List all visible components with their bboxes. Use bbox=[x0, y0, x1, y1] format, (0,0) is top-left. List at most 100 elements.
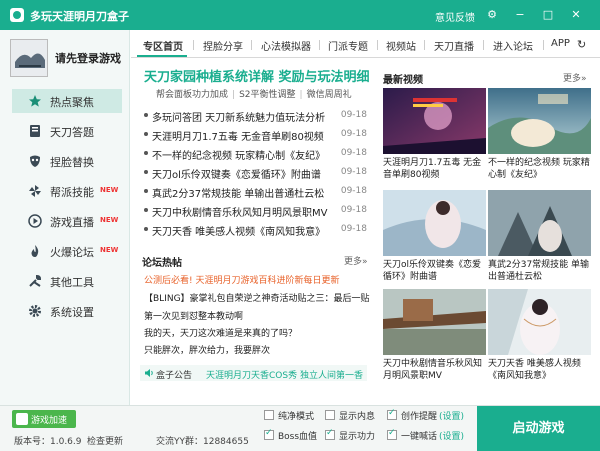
video-card[interactable]: 天刀天香 唯美感人视频《南风知我意》 bbox=[488, 289, 591, 382]
announcement-text[interactable]: 天涯明月刀天香COS秀 独立人间第一香 bbox=[206, 368, 363, 381]
news-item[interactable]: 天刀中秋剧情音乐秋风知月明风景职MV 09-18 bbox=[142, 202, 367, 219]
tab-mind-sim[interactable]: 心法模拟器 bbox=[261, 38, 311, 53]
forum-more-link[interactable]: 更多» bbox=[344, 254, 368, 267]
tab-separator bbox=[251, 40, 252, 50]
sidebar-item-live[interactable]: 游戏直播 NEW bbox=[12, 209, 122, 233]
announcement-label: 盒子公告 bbox=[156, 371, 193, 381]
new-badge: NEW bbox=[100, 246, 119, 254]
video-card[interactable]: 天刀中秋剧情音乐秋风知月明风景职MV bbox=[383, 289, 486, 382]
video-thumbnail[interactable] bbox=[383, 190, 486, 256]
sub-link[interactable]: 微信周周礼 bbox=[307, 90, 352, 100]
checkbox[interactable] bbox=[325, 410, 335, 420]
sidebar-item-settings[interactable]: 系统设置 bbox=[12, 299, 122, 323]
new-badge: NEW bbox=[100, 186, 119, 194]
reminder-settings-link[interactable]: (设置) bbox=[439, 412, 464, 422]
video-caption[interactable]: 天刀ol乐伶双键奏《恋爱循环》附曲谱 bbox=[383, 259, 486, 283]
sidebar-item-forum[interactable]: 火爆论坛 NEW bbox=[12, 239, 122, 263]
video-caption[interactable]: 天涯明月刀1.7五毒 无金音单刷80视频 bbox=[383, 157, 486, 181]
checkbox[interactable] bbox=[264, 410, 274, 420]
login-prompt[interactable]: 请先登录游戏 bbox=[55, 50, 121, 66]
avatar[interactable] bbox=[10, 39, 48, 77]
video-thumbnail[interactable] bbox=[488, 88, 591, 154]
feedback-link[interactable]: 意见反馈 bbox=[435, 9, 475, 24]
forum-post[interactable]: 公测后必看! 天涯明月刀游戏百科进阶新每日更新 bbox=[144, 273, 369, 286]
tools-icon bbox=[29, 274, 42, 287]
forum-post[interactable]: 只能胖次，胖次给力，我要胖次 bbox=[144, 343, 369, 356]
tab-home[interactable]: 专区首页 bbox=[143, 38, 183, 53]
new-badge: NEW bbox=[100, 216, 119, 224]
video-caption[interactable]: 天刀中秋剧情音乐秋风知月明风景职MV bbox=[383, 358, 486, 382]
videos-section-title: 最新视频 bbox=[383, 75, 423, 86]
news-item[interactable]: 天涯明月刀1.7五毒 无金音单刷80视频 09-18 bbox=[142, 126, 367, 143]
tab-video[interactable]: 视频站 bbox=[386, 38, 416, 53]
news-item[interactable]: 多玩问答团 天刀新系统魅力值玩法分析 09-18 bbox=[142, 107, 367, 124]
sub-link[interactable]: S2平衡性调整 bbox=[239, 90, 295, 100]
tab-sect[interactable]: 门派专题 bbox=[328, 38, 368, 53]
news-item[interactable]: 天刀天香 唯美感人视频《南风知我意》 09-18 bbox=[142, 221, 367, 238]
tab-app[interactable]: APP bbox=[551, 38, 570, 49]
sidebar-item-label: 捏脸替换 bbox=[50, 156, 94, 169]
forum-post[interactable]: 我的天，天刀这次难道是来真的了吗？ bbox=[144, 326, 369, 339]
sidebar-item-guild-skills[interactable]: 帮派技能 NEW bbox=[12, 179, 122, 203]
sidebar-item-label: 火爆论坛 bbox=[50, 246, 94, 259]
version-label: 版本号：1.0.6.9 bbox=[14, 437, 82, 447]
yy-group-label: 交流YY群：12884655 bbox=[156, 437, 249, 447]
bottom-bar: 游戏加速 版本号：1.0.6.9 检查更新 交流YY群：12884655 纯净模… bbox=[0, 405, 600, 451]
gear-icon[interactable]: ⚙ bbox=[484, 7, 500, 23]
maximize-icon[interactable]: □ bbox=[540, 7, 556, 23]
sidebar-item-hot-focus[interactable]: 热点聚焦 bbox=[12, 89, 122, 113]
video-card[interactable]: 不一样的纪念视频 玩家精心制《友纪》 bbox=[488, 88, 591, 181]
sidebar-item-label: 游戏直播 bbox=[50, 216, 94, 229]
tab-face-share[interactable]: 捏脸分享 bbox=[203, 38, 243, 53]
shout-settings-link[interactable]: (设置) bbox=[439, 432, 464, 442]
minimize-icon[interactable]: − bbox=[512, 7, 528, 23]
checkbox[interactable] bbox=[325, 428, 335, 440]
video-thumbnail[interactable] bbox=[488, 289, 591, 355]
tab-forum[interactable]: 进入论坛 bbox=[493, 38, 533, 53]
sidebar-item-face[interactable]: 捏脸替换 bbox=[12, 149, 122, 173]
game-accelerate-button[interactable]: 游戏加速 bbox=[12, 410, 76, 428]
mask-icon bbox=[30, 155, 40, 167]
video-card[interactable]: 天刀ol乐伶双键奏《恋爱循环》附曲谱 bbox=[383, 190, 486, 283]
news-item[interactable]: 真武2分37常规技能 单输出普通杜云松 09-18 bbox=[142, 183, 367, 200]
checkbox[interactable] bbox=[264, 428, 274, 440]
profile[interactable]: 请先登录游戏 bbox=[0, 30, 130, 84]
tab-bar: 专区首页 捏脸分享 心法模拟器 门派专题 视频站 天刀直播 进入论坛 APP ↻ bbox=[131, 30, 600, 58]
video-thumbnail[interactable] bbox=[383, 289, 486, 355]
video-card[interactable]: 天涯明月刀1.7五毒 无金音单刷80视频 bbox=[383, 88, 486, 181]
close-icon[interactable]: ✕ bbox=[568, 7, 584, 23]
videos-more-link[interactable]: 更多» bbox=[563, 71, 587, 84]
forum-post[interactable]: 【BLING】豪掌礼包自荣逆之神奇活动贴之三：最后一贴 bbox=[144, 291, 370, 304]
check-update-link[interactable]: 检查更新 bbox=[87, 434, 123, 447]
active-tab-indicator bbox=[137, 55, 187, 57]
tab-separator bbox=[319, 40, 320, 50]
news-item[interactable]: 不一样的纪念视频 玩家精心制《友纪》 09-18 bbox=[142, 145, 367, 162]
sidebar-item-tools[interactable]: 其他工具 bbox=[12, 269, 122, 293]
checkbox[interactable] bbox=[387, 408, 397, 420]
sidebar-item-label: 系统设置 bbox=[50, 306, 94, 319]
pinwheel-icon bbox=[29, 185, 41, 197]
video-caption[interactable]: 不一样的纪念视频 玩家精心制《友纪》 bbox=[488, 157, 591, 181]
video-card[interactable]: 真武2分37常规技能 单输出普通杜云松 bbox=[488, 190, 591, 283]
play-icon bbox=[28, 214, 42, 228]
tab-separator bbox=[193, 40, 194, 50]
tab-live[interactable]: 天刀直播 bbox=[434, 38, 474, 53]
speaker-icon bbox=[145, 369, 153, 377]
video-caption[interactable]: 天刀天香 唯美感人视频《南风知我意》 bbox=[488, 358, 591, 382]
news-item[interactable]: 天刀ol乐伶双键奏《恋爱循环》附曲谱 09-18 bbox=[142, 164, 367, 181]
tab-separator bbox=[377, 40, 378, 50]
sidebar-item-quiz[interactable]: 天刀答题 bbox=[12, 119, 122, 143]
video-thumbnail[interactable] bbox=[488, 190, 591, 256]
sidebar-item-label: 热点聚焦 bbox=[50, 96, 94, 109]
forum-post[interactable]: 第一次见到怼整本教动啊 bbox=[144, 309, 369, 322]
checkbox[interactable] bbox=[387, 428, 397, 440]
video-thumbnail[interactable] bbox=[383, 88, 486, 154]
sub-link[interactable]: 帮会面板功力加成 bbox=[156, 90, 228, 100]
start-game-button[interactable]: 启动游戏 bbox=[477, 406, 600, 451]
headline[interactable]: 天刀家园种植系统详解 奖励与玩法明细 bbox=[144, 66, 370, 85]
tab-separator bbox=[424, 40, 425, 50]
sidebar-item-label: 其他工具 bbox=[50, 276, 94, 289]
refresh-icon[interactable]: ↻ bbox=[577, 38, 586, 51]
announcement-bar[interactable]: 盒子公告 天涯明月刀天香COS秀 独立人间第一香 bbox=[140, 365, 367, 381]
video-caption[interactable]: 真武2分37常规技能 单输出普通杜云松 bbox=[488, 259, 591, 283]
